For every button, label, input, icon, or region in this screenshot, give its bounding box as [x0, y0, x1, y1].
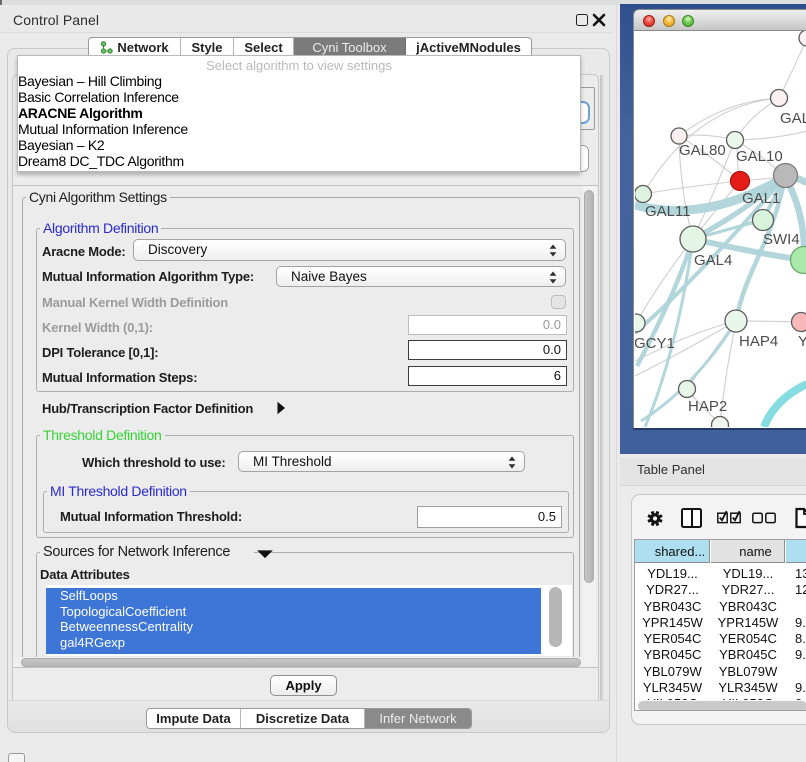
svg-text:GAL11: GAL11	[645, 203, 691, 220]
svg-text:Y: Y	[798, 333, 806, 350]
svg-text:GAL1: GAL1	[742, 190, 780, 207]
svg-text:GCY1: GCY1	[635, 335, 675, 352]
svg-text:SWI4: SWI4	[763, 231, 800, 248]
svg-text:GAL10: GAL10	[736, 148, 783, 165]
svg-text:GAL7: GAL7	[780, 110, 806, 127]
svg-text:HAP4: HAP4	[739, 333, 778, 350]
svg-text:GAL80: GAL80	[679, 142, 726, 159]
svg-text:HAP2: HAP2	[688, 398, 727, 415]
svg-text:GAL4: GAL4	[694, 252, 732, 269]
